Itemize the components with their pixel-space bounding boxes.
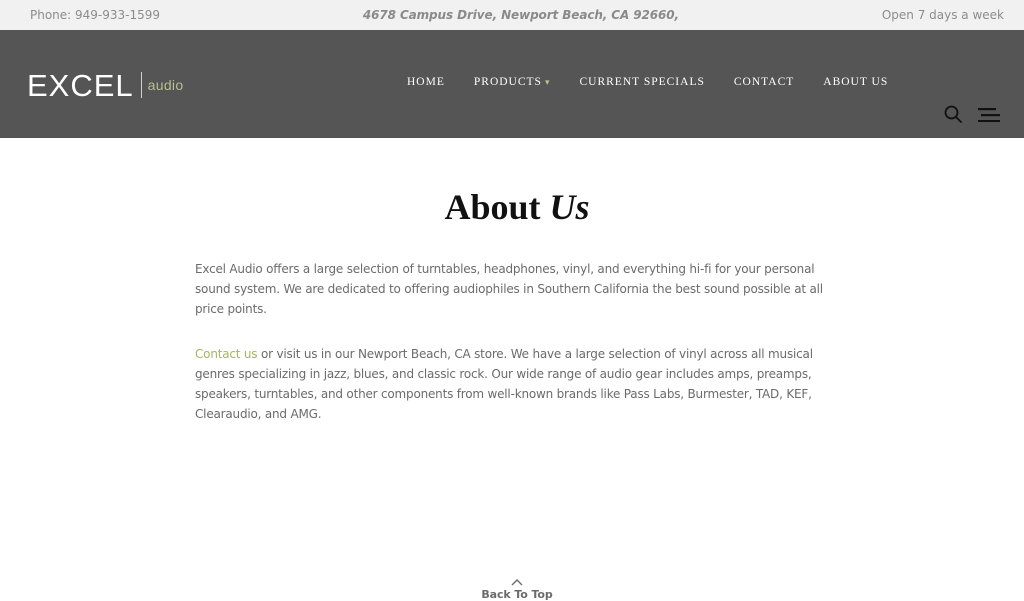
back-to-top-button[interactable]: Back To Top [470,576,564,601]
address-text: 4678 Campus Drive, Newport Beach, CA 926… [362,8,679,22]
nav-item-products-label: PRODUCTS [473,76,542,88]
chevron-down-icon: ▾ [544,77,551,87]
logo-main-text: EXCEL [27,67,134,103]
phone-text[interactable]: Phone: 949-933-1599 [30,8,160,22]
nav-item-contact[interactable]: CONTACT [734,76,794,88]
top-info-bar: Phone: 949-933-1599 4678 Campus Drive, N… [0,0,1024,30]
page-title-part1: About [444,187,541,227]
hamburger-menu-icon[interactable] [978,108,1000,122]
site-logo[interactable]: EXCEL audio [27,68,183,102]
search-icon[interactable] [944,105,962,123]
chevron-up-icon [511,579,523,586]
contact-us-link[interactable]: Contact us [195,347,258,361]
nav-item-products[interactable]: PRODUCTS ▾ [474,76,551,88]
intro-paragraph: Excel Audio offers a large selection of … [195,262,823,316]
contact-paragraph-text: or visit us in our Newport Beach, CA sto… [195,347,813,421]
nav-item-home[interactable]: HOME [407,76,445,88]
hours-text: Open 7 days a week [881,8,1004,22]
nav-item-about-us[interactable]: ABOUT US [823,76,888,88]
site-header: EXCEL audio HOME PRODUCTS ▾ CURRENT SPECI… [0,30,1024,138]
nav-item-current-specials[interactable]: CURRENT SPECIALS [579,76,704,88]
page-title: About Us [0,186,1024,228]
logo-divider [140,72,142,98]
contact-paragraph: Contact us or visit us in our Newport Be… [195,344,825,424]
back-to-top-label: Back To Top [481,588,553,601]
main-nav: HOME PRODUCTS ▾ CURRENT SPECIALS CONTACT … [407,76,888,88]
logo-sub-text: audio [147,77,184,93]
page-title-part2: Us [549,187,590,227]
